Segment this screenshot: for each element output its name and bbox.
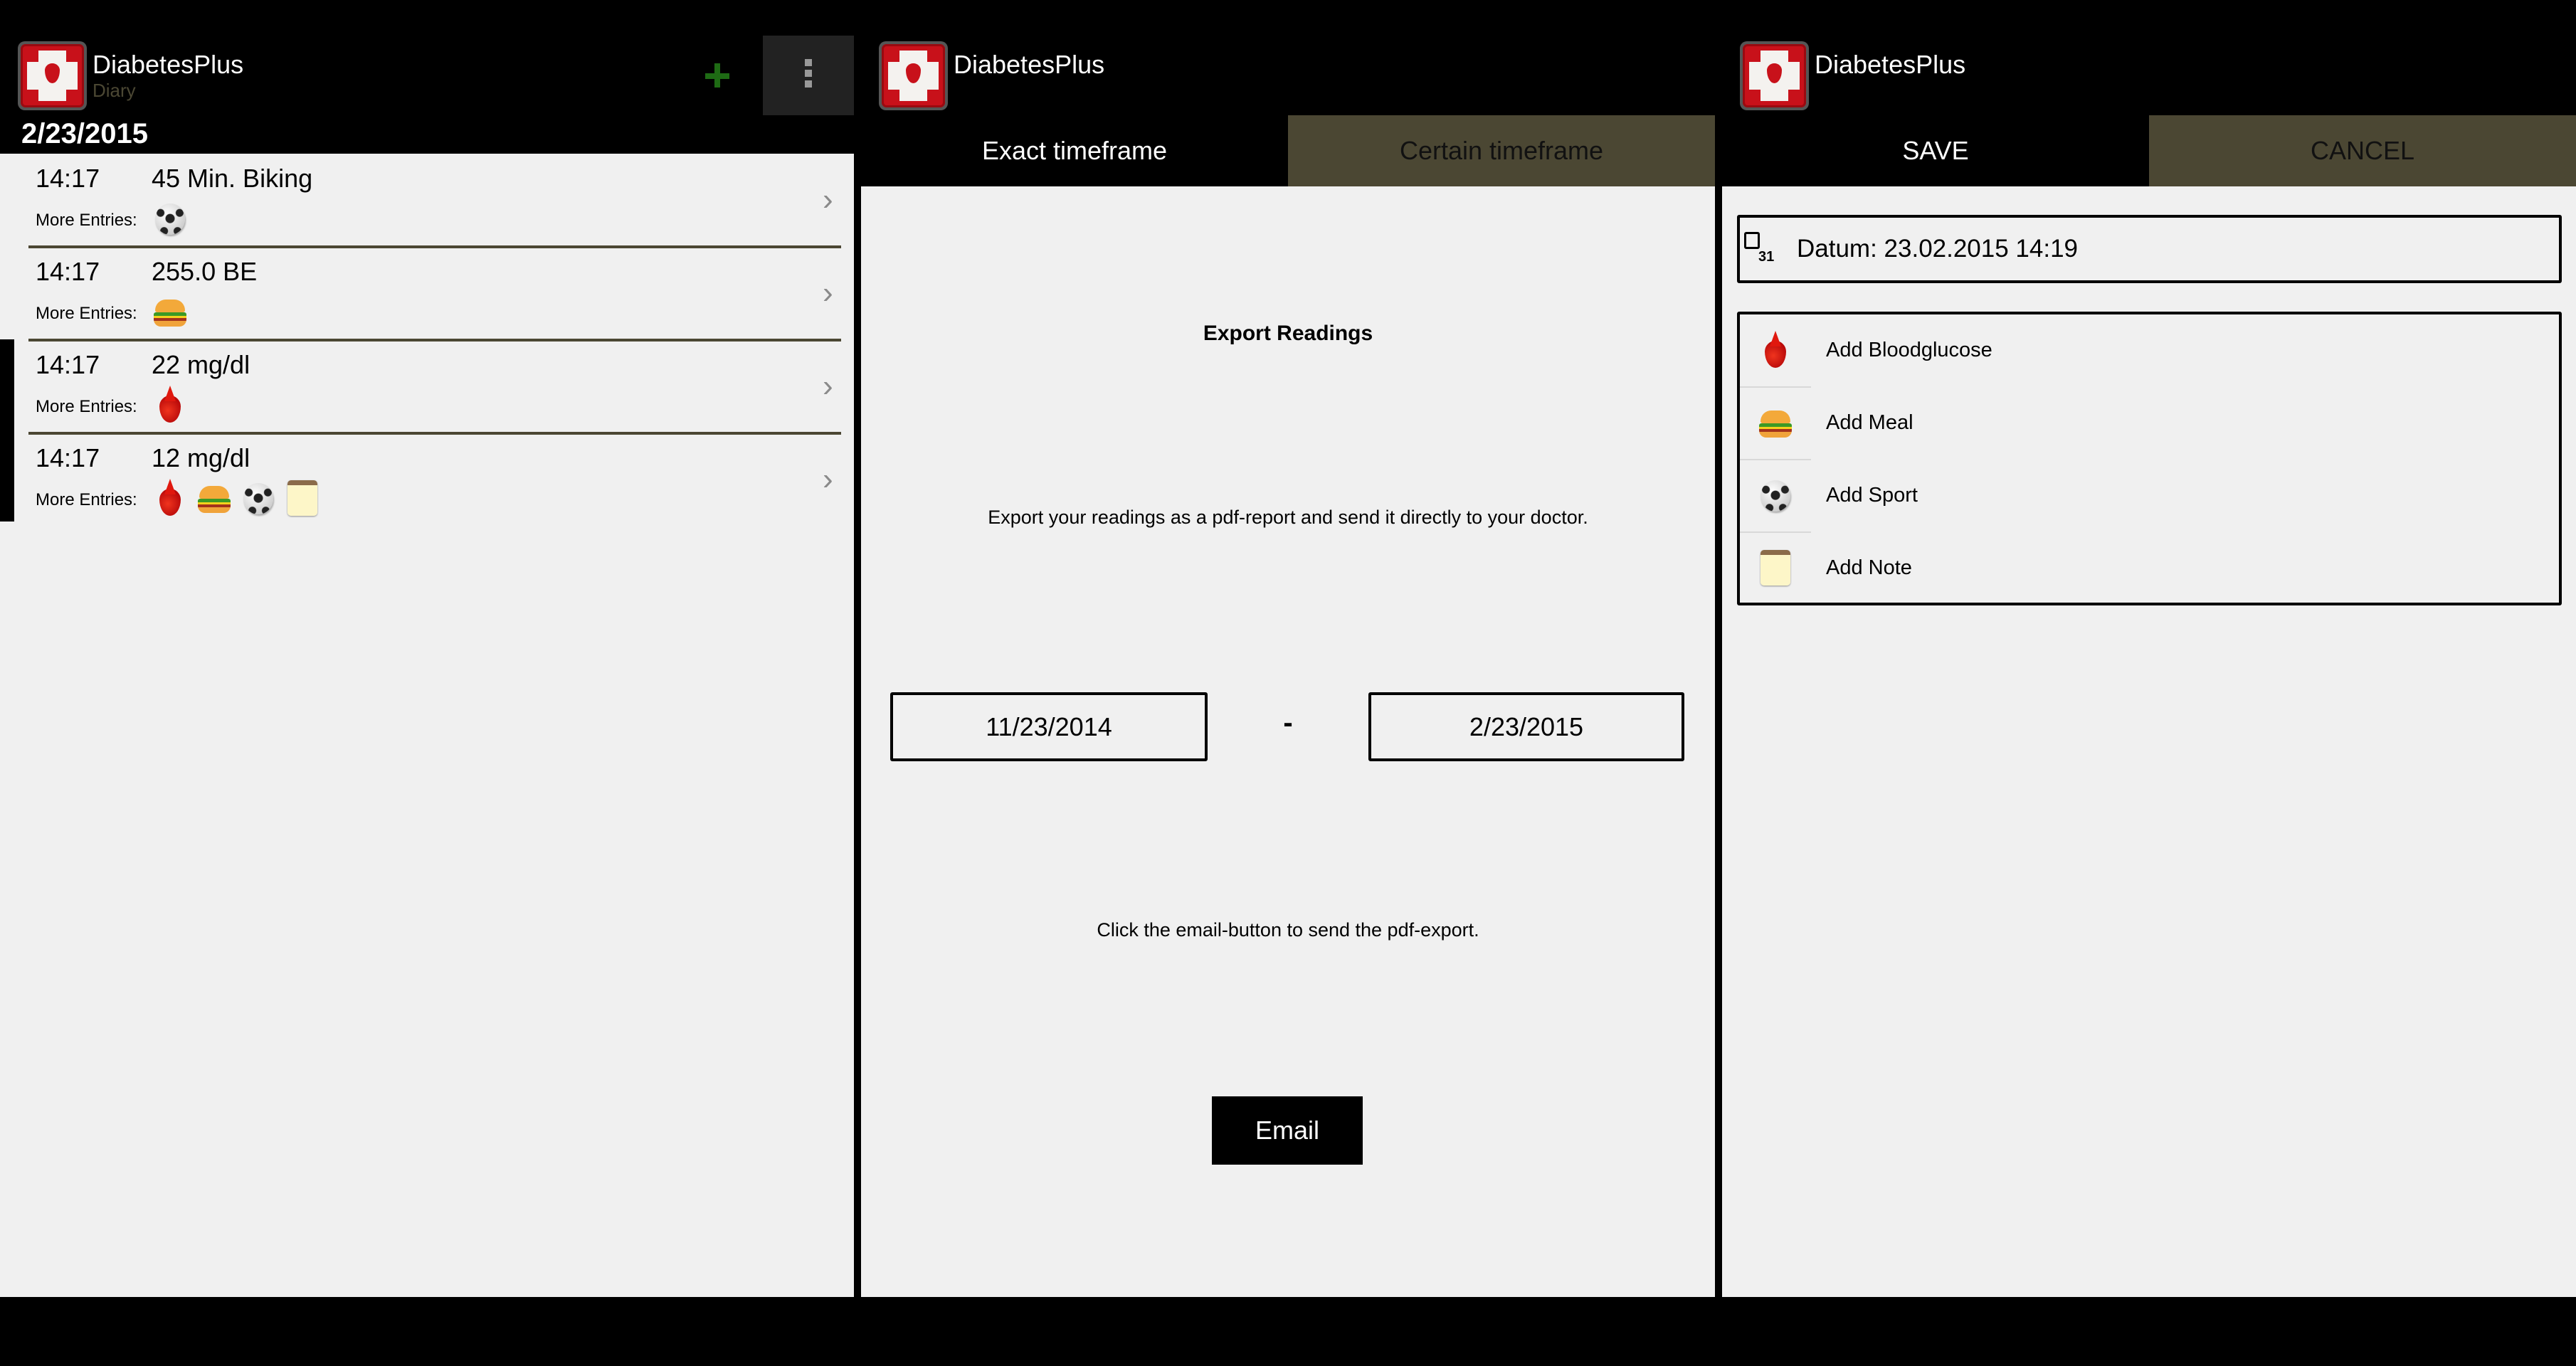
cancel-button[interactable]: CANCEL <box>2149 115 2576 186</box>
add-sport-item[interactable]: Add Sport <box>1740 460 2558 533</box>
diary-date-header: 2/23/2015 <box>21 118 148 149</box>
email-button[interactable]: Email <box>1212 1096 1363 1165</box>
blood-drop-icon <box>151 386 189 425</box>
app-subtitle: Diary <box>93 80 136 101</box>
entry-time: 14:17 <box>36 257 100 286</box>
add-entry-panel: DiabetesPlus SAVE CANCEL 31 Datum: 23.02… <box>1722 0 2576 1366</box>
tab-certain-timeframe[interactable]: Certain timeframe <box>1288 115 1715 186</box>
action-label: Add Meal <box>1826 411 1913 434</box>
app-title: DiabetesPlus <box>954 50 1105 79</box>
export-content: Export Readings Export your readings as … <box>861 186 1715 1297</box>
email-hint: Click the email-button to send the pdf-e… <box>1097 919 1479 941</box>
note-icon <box>1756 549 1795 588</box>
burger-icon <box>1756 403 1795 443</box>
action-label: Add Sport <box>1826 484 1918 507</box>
diary-panel: DiabetesPlus Diary 2/23/2015 14:17 45 Mi… <box>0 0 854 1366</box>
entry-time: 14:17 <box>36 350 100 379</box>
app-title: DiabetesPlus <box>1815 50 1966 79</box>
soccer-ball-icon <box>239 479 278 519</box>
diary-entry[interactable]: 14:17 22 mg/dl More Entries: › <box>0 340 854 435</box>
blood-drop-icon <box>1756 331 1795 371</box>
entry-value: 12 mg/dl <box>152 443 250 472</box>
entry-value: 22 mg/dl <box>152 350 250 379</box>
export-description: Export your readings as a pdf-report and… <box>988 507 1588 528</box>
app-title: DiabetesPlus <box>93 50 244 79</box>
action-label: Add Bloodglucose <box>1826 339 1992 361</box>
export-title: Export Readings <box>1203 322 1373 345</box>
soccer-ball-icon <box>151 199 189 239</box>
diary-list: 14:17 45 Min. Biking More Entries: › 14:… <box>0 154 854 1297</box>
action-label: Add Note <box>1826 556 1912 579</box>
overflow-menu-icon <box>805 59 812 92</box>
add-entry-button[interactable] <box>697 55 737 95</box>
app-logo-icon <box>879 41 948 110</box>
app-logo-icon <box>18 41 87 110</box>
chevron-right-icon: › <box>823 182 833 217</box>
note-icon <box>283 479 322 519</box>
calendar-icon: 31 <box>1744 229 1774 272</box>
add-entry-content: 31 Datum: 23.02.2015 14:19 Add Bloodgluc… <box>1722 186 2576 1297</box>
overflow-menu-button[interactable] <box>763 36 854 115</box>
tab-exact-timeframe[interactable]: Exact timeframe <box>861 115 1288 186</box>
diary-entry[interactable]: 14:17 45 Min. Biking More Entries: › <box>0 154 854 248</box>
to-date-field[interactable]: 2/23/2015 <box>1368 692 1684 761</box>
save-button[interactable]: SAVE <box>1722 115 2149 186</box>
entry-time: 14:17 <box>36 443 100 472</box>
blood-drop-icon <box>151 479 189 519</box>
app-logo-icon <box>1740 41 1809 110</box>
more-entries-label: More Entries: <box>36 397 137 416</box>
soccer-ball-icon <box>1756 476 1795 516</box>
chevron-right-icon: › <box>823 275 833 310</box>
burger-icon <box>151 292 189 332</box>
more-entries-label: More Entries: <box>36 304 137 323</box>
add-note-item[interactable]: Add Note <box>1740 532 2558 605</box>
more-entries-label: More Entries: <box>36 211 137 230</box>
entry-time: 14:17 <box>36 164 100 193</box>
add-meal-item[interactable]: Add Meal <box>1740 387 2558 460</box>
more-entries-label: More Entries: <box>36 490 137 509</box>
chevron-right-icon: › <box>823 462 833 497</box>
chevron-right-icon: › <box>823 369 833 403</box>
entry-value: 45 Min. Biking <box>152 164 313 193</box>
burger-icon <box>195 479 233 519</box>
datum-label: Datum: 23.02.2015 14:19 <box>1797 235 2079 263</box>
diary-entry[interactable]: 14:17 255.0 BE More Entries: › <box>0 247 854 342</box>
entry-value: 255.0 BE <box>152 257 258 286</box>
diary-entry[interactable]: 14:17 12 mg/dl More Entries: › <box>0 433 854 526</box>
export-panel: DiabetesPlus Exact timeframe Certain tim… <box>861 0 1715 1366</box>
add-bloodglucose-item[interactable]: Add Bloodglucose <box>1740 314 2558 388</box>
add-actions-list: Add Bloodglucose Add Meal Add Sport Add … <box>1737 312 2562 605</box>
date-time-field[interactable]: 31 Datum: 23.02.2015 14:19 <box>1737 215 2562 283</box>
